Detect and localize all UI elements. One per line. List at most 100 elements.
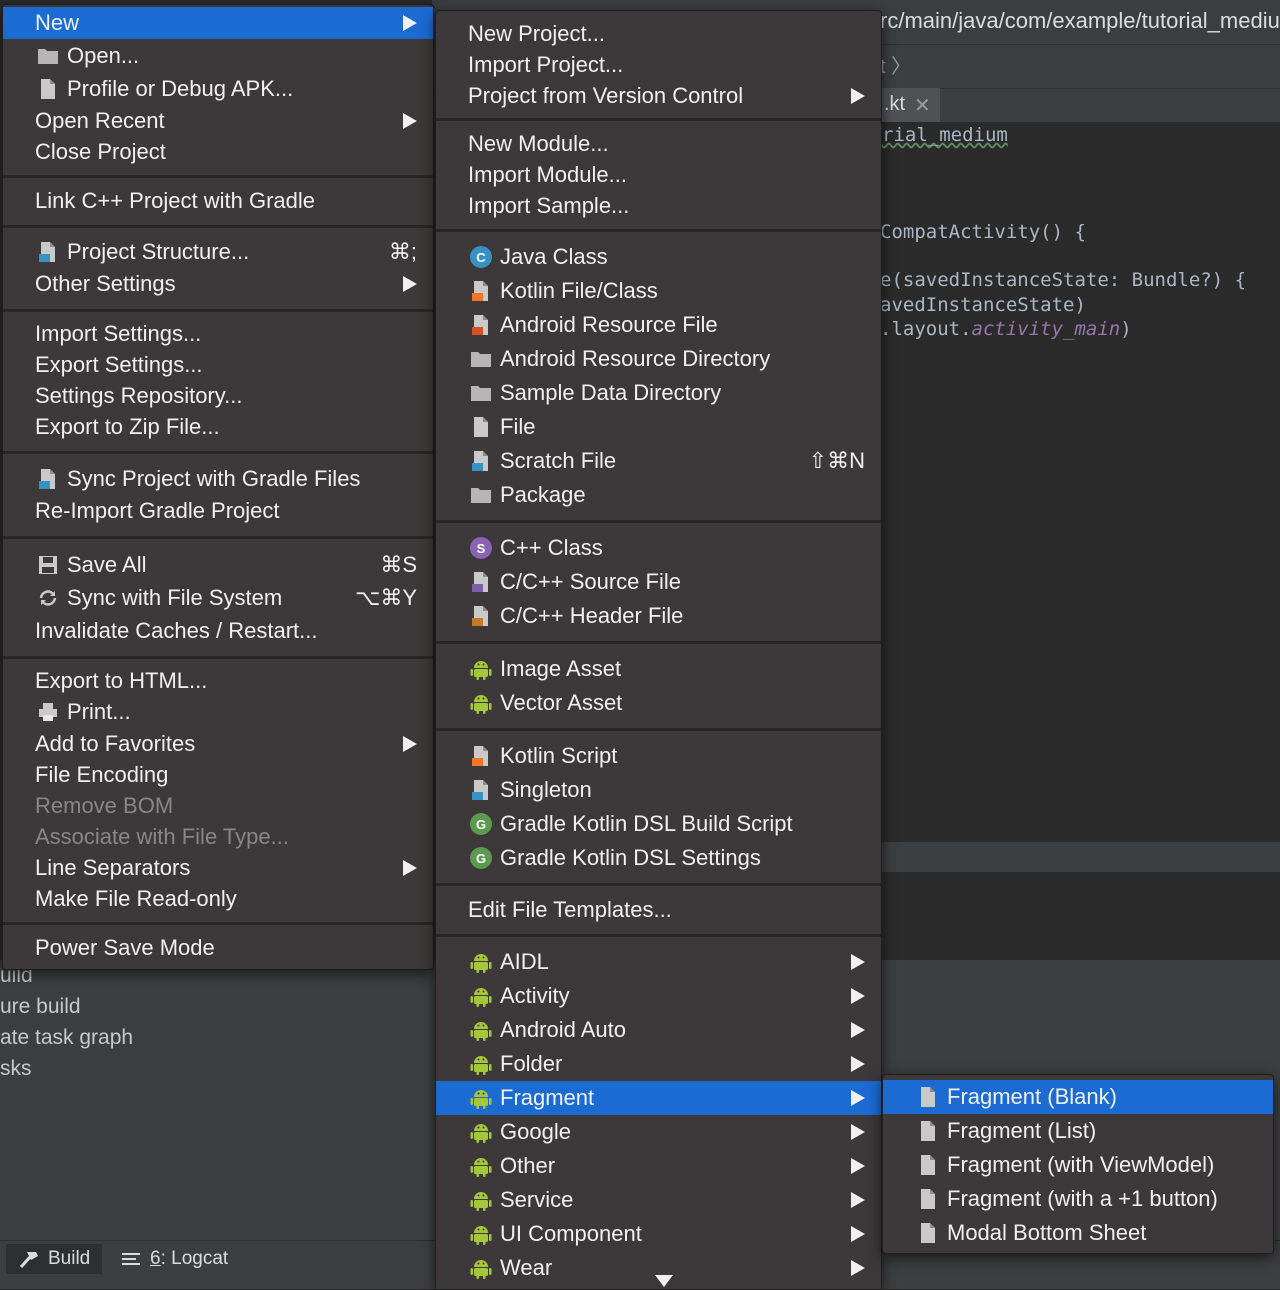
new-menu-item-vector-asset[interactable]: Vector Asset [436,686,881,720]
new-menu-item-kotlin-file-class[interactable]: Kotlin File/Class [436,274,881,308]
new-menu-item-android-auto[interactable]: Android Auto [436,1013,881,1047]
file-menu-item-close-project[interactable]: Close Project [3,136,433,167]
file-icon [917,1222,939,1244]
android-icon [470,1155,492,1177]
file-menu-item-open-recent[interactable]: Open Recent [3,105,433,136]
file-menu-item-other-settings[interactable]: Other Settings [3,268,433,300]
file-menu-item-file-encoding[interactable]: File Encoding [3,759,433,790]
menu-item-label: Open... [67,42,140,68]
file-menu-item-make-file-read-only[interactable]: Make File Read-only [3,883,433,914]
editor-tab[interactable]: .kt ✕ [880,88,940,122]
code-line: avedInstanceState) [880,294,1086,316]
new-menu-item-project-from-version-control[interactable]: Project from Version Control [436,80,881,111]
fragment-menu-item-modal-bottom-sheet[interactable]: Modal Bottom Sheet [883,1216,1273,1250]
folder-icon [470,348,492,370]
new-menu-item-other[interactable]: Other [436,1149,881,1183]
shortcut-label: ⌘S [380,551,417,577]
file-menu-item-line-separators[interactable]: Line Separators [3,852,433,883]
file-menu-item-add-to-favorites[interactable]: Add to Favorites [3,728,433,759]
code-line: e(savedInstanceState: Bundle?) { [880,269,1247,291]
new-menu-item-aidl[interactable]: AIDL [436,945,881,979]
submenu-arrow-icon [851,87,865,104]
android-icon [470,1087,492,1109]
close-icon[interactable]: ✕ [914,93,931,118]
file-menu-item-print[interactable]: Print... [3,696,433,728]
new-menu-item-android-resource-directory[interactable]: Android Resource Directory [436,342,881,376]
new-menu-item-gradle-kotlin-dsl-settings[interactable]: G Gradle Kotlin DSL Settings [436,841,881,875]
new-menu-item-fragment[interactable]: Fragment [436,1081,881,1115]
menu-separator [436,934,881,937]
menu-item-label: Activity [500,983,570,1008]
new-menu-item-android-resource-file[interactable]: Android Resource File [436,308,881,342]
new-menu-item-file[interactable]: File [436,410,881,444]
new-menu-item-ui-component[interactable]: UI Component [436,1217,881,1251]
file-menu-item-link-c-project-with-gradle[interactable]: Link C++ Project with Gradle [3,185,433,216]
new-menu-item-c-c-source-file[interactable]: C/C++ Source File [436,565,881,599]
new-menu-item-import-sample[interactable]: Import Sample... [436,190,881,221]
new-menu-item-singleton[interactable]: Singleton [436,773,881,807]
kotlin-script-icon [470,745,492,767]
android-icon [470,692,492,714]
new-menu-item-image-asset[interactable]: Image Asset [436,652,881,686]
file-menu-item-profile-or-debug-apk[interactable]: Profile or Debug APK... [3,72,433,105]
new-menu-item-sample-data-directory[interactable]: Sample Data Directory [436,376,881,410]
logcat-tab-button[interactable]: 6: Logcat [110,1244,240,1274]
menu-item-label: Link C++ Project with Gradle [35,187,316,213]
file-menu-item-power-save-mode[interactable]: Power Save Mode [3,932,433,963]
fragment-menu-item-fragment-with-a-1-button[interactable]: Fragment (with a +1 button) [883,1182,1273,1216]
fragment-menu-item-fragment-with-viewmodel[interactable]: Fragment (with ViewModel) [883,1148,1273,1182]
menu-item-label: Open Recent [35,107,165,133]
android-icon [470,658,492,680]
build-tab-button[interactable]: Build [6,1244,103,1274]
new-menu-item-import-module[interactable]: Import Module... [436,159,881,190]
file-menu-item-re-import-gradle-project[interactable]: Re-Import Gradle Project [3,495,433,527]
new-menu-item-scratch-file[interactable]: Scratch File ⇧⌘N [436,444,881,478]
new-menu-item-new-module[interactable]: New Module... [436,128,881,159]
new-menu-item-c-c-header-file[interactable]: C/C++ Header File [436,599,881,633]
gradle-icon: G [470,813,492,835]
new-menu-item-gradle-kotlin-dsl-build-script[interactable]: G Gradle Kotlin DSL Build Script [436,807,881,841]
gradle-sync-icon [37,468,59,490]
breadcrumb[interactable]: t 〉 [880,50,911,79]
new-menu-item-import-project[interactable]: Import Project... [436,49,881,80]
fragment-menu-item-fragment-list[interactable]: Fragment (List) [883,1114,1273,1148]
file-menu-item-settings-repository[interactable]: Settings Repository... [3,380,433,411]
file-menu-item-project-structure[interactable]: Project Structure... ⌘; [3,235,433,268]
file-menu-item-invalidate-caches-restart[interactable]: Invalidate Caches / Restart... [3,614,433,647]
file-menu-item-open[interactable]: Open... [3,39,433,72]
fragment-menu-item-fragment-blank[interactable]: Fragment (Blank) [883,1080,1273,1114]
new-menu-item-edit-file-templates[interactable]: Edit File Templates... [436,894,881,926]
menu-item-label: Import Module... [468,161,627,187]
menu-item-label: Fragment (Blank) [947,1084,1117,1109]
file-menu-item-save-all[interactable]: Save All ⌘S [3,548,433,581]
submenu-arrow-icon [851,1226,865,1242]
new-menu-item-wear[interactable]: Wear [436,1251,881,1285]
new-menu-item-new-project[interactable]: New Project... [436,18,881,49]
file-menu-item-import-settings[interactable]: Import Settings... [3,318,433,349]
file-menu-item-sync-with-file-system[interactable]: Sync with File System ⌥⌘Y [3,581,433,614]
file-menu-item-export-to-html[interactable]: Export to HTML... [3,665,433,696]
new-menu-item-activity[interactable]: Activity [436,979,881,1013]
file-menu: New Open... Profile or Debug APK... Open Re… [2,4,434,970]
file-menu-item-export-settings[interactable]: Export Settings... [3,349,433,380]
menu-separator [436,118,881,121]
menu-item-label: Import Settings... [35,320,202,346]
new-menu-item-google[interactable]: Google [436,1115,881,1149]
new-menu-item-service[interactable]: Service [436,1183,881,1217]
new-menu-item-folder[interactable]: Folder [436,1047,881,1081]
menu-separator [436,229,881,232]
build-tree-item[interactable]: ure build [0,995,81,1019]
build-tree-item[interactable]: ate task graph [0,1026,133,1050]
new-menu-item-c-class[interactable]: S C++ Class [436,531,881,565]
submenu-arrow-icon [851,1260,865,1276]
new-menu-item-java-class[interactable]: C Java Class [436,240,881,274]
code-line: CompatActivity() { [880,221,1086,243]
gradle-icon: G [470,847,492,869]
new-menu-item-kotlin-script[interactable]: Kotlin Script [436,739,881,773]
print-icon [37,701,59,723]
file-menu-item-export-to-zip-file[interactable]: Export to Zip File... [3,411,433,442]
new-menu-item-package[interactable]: Package [436,478,881,512]
file-menu-item-sync-project-with-gradle-files[interactable]: Sync Project with Gradle Files [3,463,433,495]
build-tree-item[interactable]: sks [0,1057,32,1081]
file-menu-item-new[interactable]: New [3,7,433,39]
